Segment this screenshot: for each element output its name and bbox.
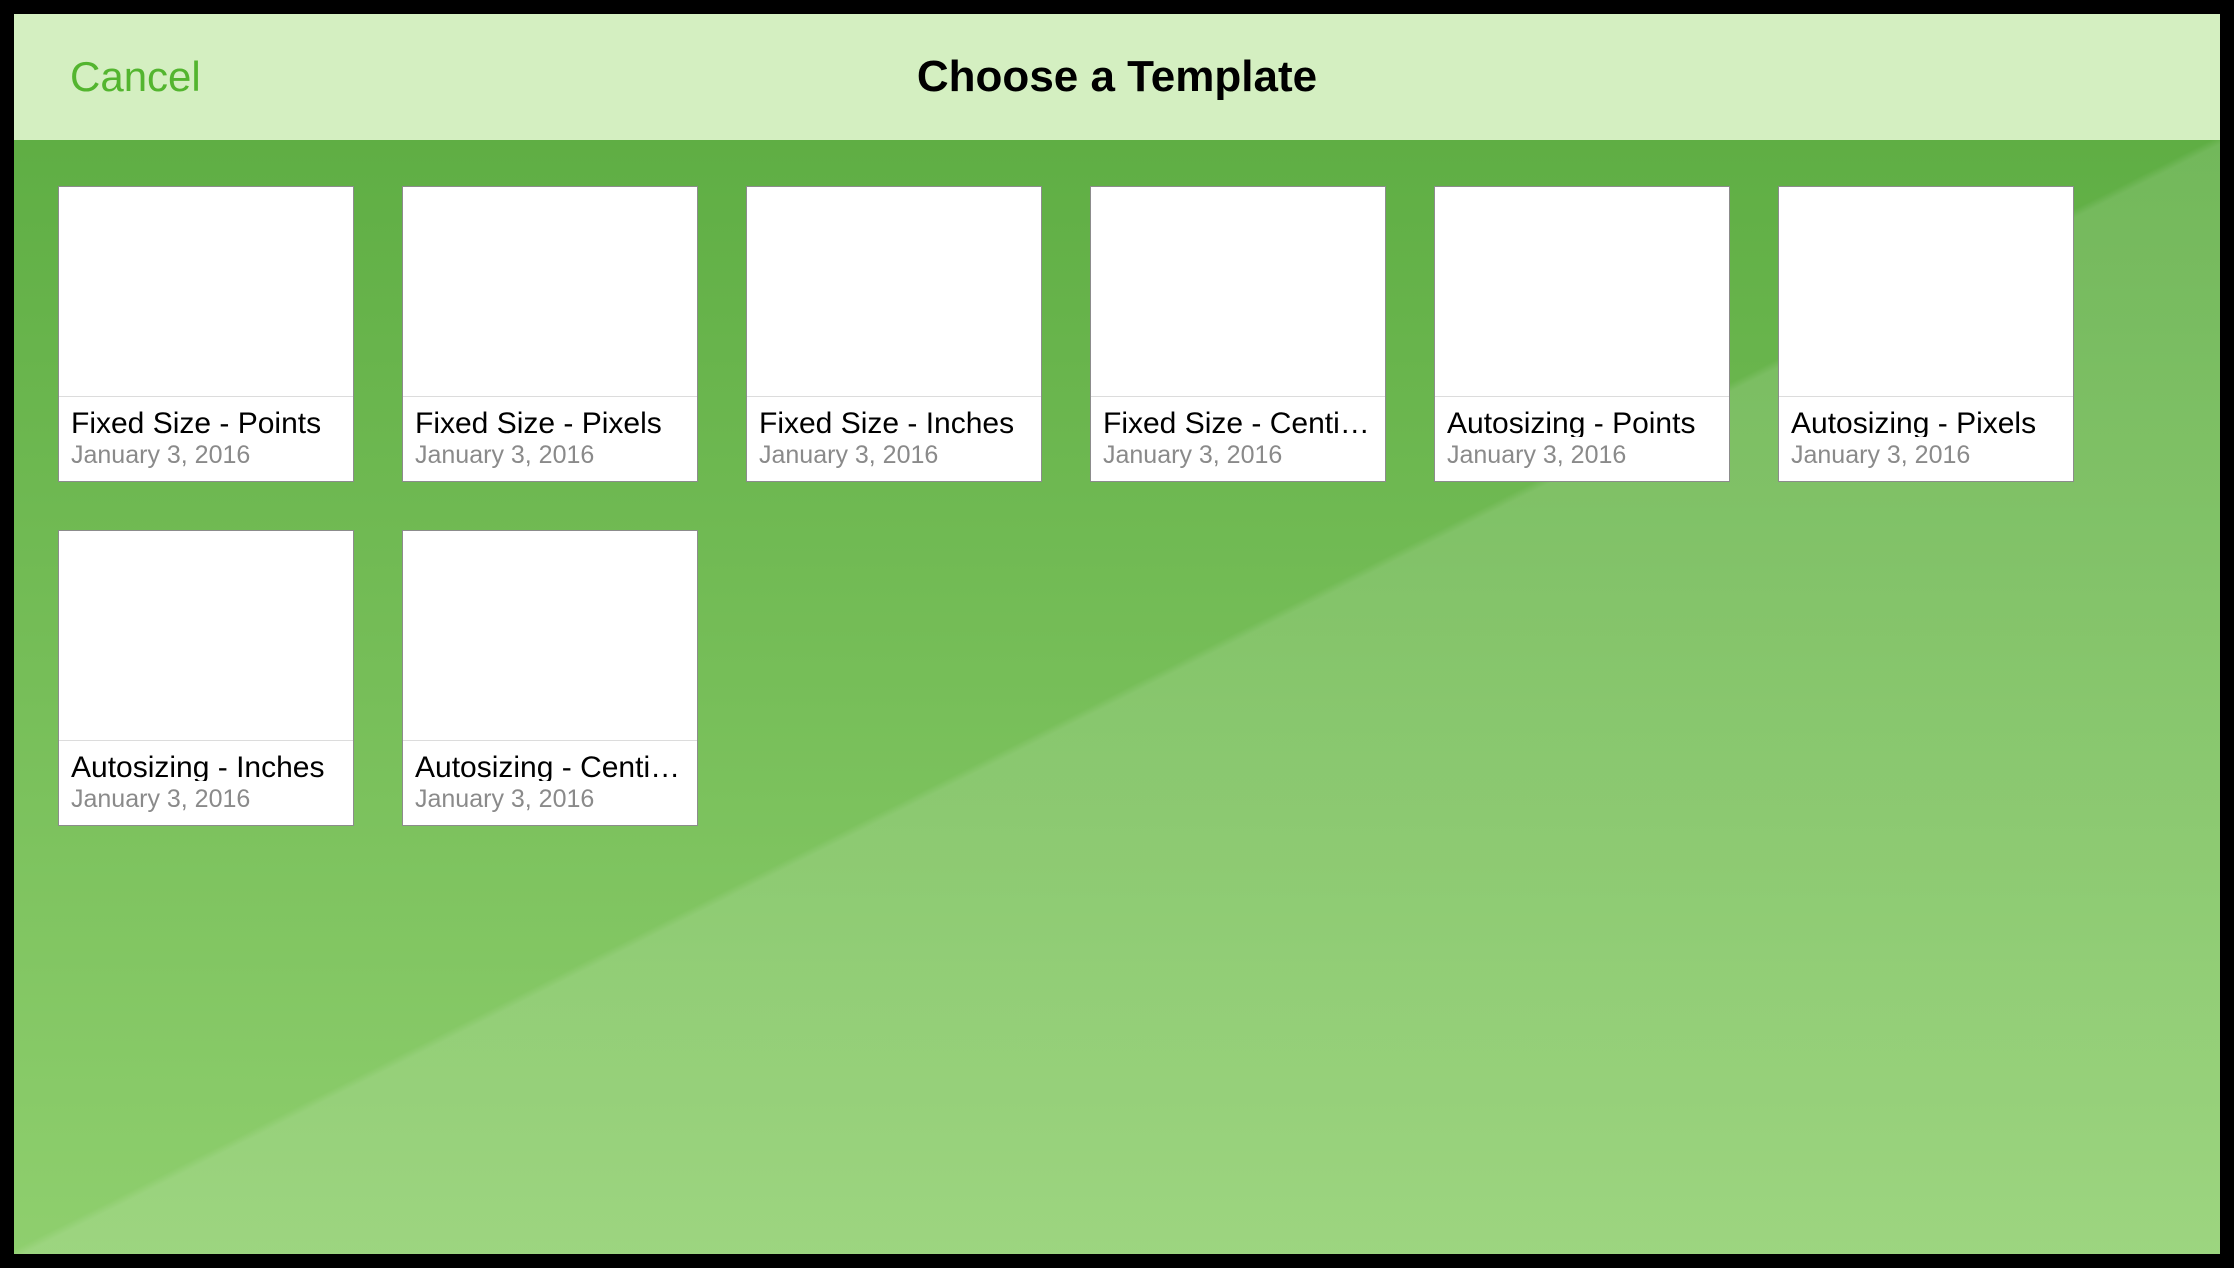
template-footer: Fixed Size - Pixels January 3, 2016 bbox=[403, 397, 697, 481]
template-title: Autosizing - Pixels bbox=[1791, 405, 2061, 437]
template-title: Autosizing - Centimeters bbox=[415, 749, 685, 781]
template-preview bbox=[59, 187, 353, 397]
template-title: Fixed Size - Points bbox=[71, 405, 341, 437]
template-card[interactable]: Autosizing - Pixels January 3, 2016 bbox=[1778, 186, 2074, 482]
template-card[interactable]: Autosizing - Inches January 3, 2016 bbox=[58, 530, 354, 826]
template-footer: Autosizing - Points January 3, 2016 bbox=[1435, 397, 1729, 481]
template-card[interactable]: Autosizing - Points January 3, 2016 bbox=[1434, 186, 1730, 482]
template-chooser-window: Cancel Choose a Template Fixed Size - Po… bbox=[14, 14, 2220, 1254]
template-card[interactable]: Fixed Size - Inches January 3, 2016 bbox=[746, 186, 1042, 482]
app-frame: Cancel Choose a Template Fixed Size - Po… bbox=[0, 0, 2234, 1268]
header-bar: Cancel Choose a Template bbox=[14, 14, 2220, 140]
template-title: Autosizing - Points bbox=[1447, 405, 1717, 437]
template-grid: Fixed Size - Points January 3, 2016 Fixe… bbox=[58, 186, 2176, 826]
template-footer: Fixed Size - Centimeters January 3, 2016 bbox=[1091, 397, 1385, 481]
template-footer: Fixed Size - Inches January 3, 2016 bbox=[747, 397, 1041, 481]
template-preview bbox=[1779, 187, 2073, 397]
template-preview bbox=[403, 531, 697, 741]
template-card[interactable]: Fixed Size - Points January 3, 2016 bbox=[58, 186, 354, 482]
template-footer: Autosizing - Inches January 3, 2016 bbox=[59, 741, 353, 825]
template-date: January 3, 2016 bbox=[1103, 439, 1373, 472]
template-preview bbox=[403, 187, 697, 397]
template-preview bbox=[1435, 187, 1729, 397]
template-card[interactable]: Autosizing - Centimeters January 3, 2016 bbox=[402, 530, 698, 826]
template-date: January 3, 2016 bbox=[71, 439, 341, 472]
template-date: January 3, 2016 bbox=[759, 439, 1029, 472]
template-title: Fixed Size - Pixels bbox=[415, 405, 685, 437]
template-date: January 3, 2016 bbox=[1447, 439, 1717, 472]
cancel-button[interactable]: Cancel bbox=[70, 53, 201, 101]
template-footer: Autosizing - Pixels January 3, 2016 bbox=[1779, 397, 2073, 481]
content-area: Fixed Size - Points January 3, 2016 Fixe… bbox=[14, 140, 2220, 1254]
template-card[interactable]: Fixed Size - Pixels January 3, 2016 bbox=[402, 186, 698, 482]
template-preview bbox=[747, 187, 1041, 397]
page-title: Choose a Template bbox=[14, 52, 2220, 102]
template-title: Fixed Size - Centimeters bbox=[1103, 405, 1373, 437]
template-preview bbox=[1091, 187, 1385, 397]
template-date: January 3, 2016 bbox=[415, 783, 685, 816]
template-card[interactable]: Fixed Size - Centimeters January 3, 2016 bbox=[1090, 186, 1386, 482]
template-date: January 3, 2016 bbox=[71, 783, 341, 816]
template-footer: Autosizing - Centimeters January 3, 2016 bbox=[403, 741, 697, 825]
template-date: January 3, 2016 bbox=[1791, 439, 2061, 472]
template-title: Fixed Size - Inches bbox=[759, 405, 1029, 437]
template-footer: Fixed Size - Points January 3, 2016 bbox=[59, 397, 353, 481]
template-title: Autosizing - Inches bbox=[71, 749, 341, 781]
template-preview bbox=[59, 531, 353, 741]
template-date: January 3, 2016 bbox=[415, 439, 685, 472]
